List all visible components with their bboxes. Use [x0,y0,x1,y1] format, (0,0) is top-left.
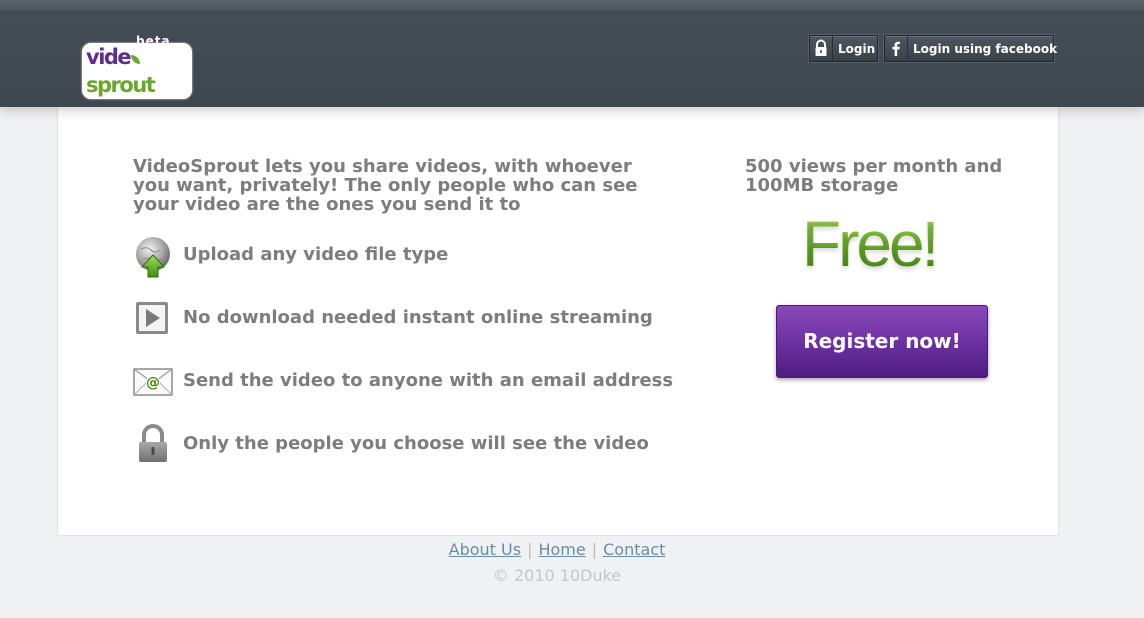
facebook-icon [885,36,908,61]
footer-separator: | [527,540,533,559]
facebook-login-button[interactable]: Login using facebook [884,35,1058,62]
videosprout-logo[interactable]: beta videsprout [82,34,192,99]
logo-wordmark: vide sprout [82,43,192,99]
feature-privacy: Only the people you choose will see the … [133,424,693,464]
footer-link-about-us[interactable]: About Us [449,540,521,559]
top-header: beta videsprout Login Login using facebo… [0,0,1144,107]
leaf-icon [131,55,141,64]
facebook-login-label: Login using facebook [913,42,1058,56]
login-label: Login [838,42,876,56]
login-button[interactable]: Login [809,35,878,62]
main-panel: VideoSprout lets you share videos, with … [57,107,1059,536]
feature-upload: Upload any video file type [133,235,693,278]
svg-text:@: @ [146,375,160,391]
email-icon: @ [133,361,173,401]
footer-nav: About Us | Home | Contact [0,540,1114,559]
footer-link-contact[interactable]: Contact [603,540,665,559]
register-button[interactable]: Register now! [776,305,988,378]
plan-offer-text: 500 views per month and 100MB storage [745,156,1003,196]
free-label: Free! [802,205,939,283]
feature-email: @ Send the video to anyone with an email… [133,361,693,401]
footer-link-home[interactable]: Home [538,540,585,559]
padlock-icon [133,424,173,464]
logo-word-part2: sprout [86,73,156,97]
footer-separator: | [591,540,598,559]
intro-text: VideoSprout lets you share videos, with … [133,156,638,215]
copyright-text: © 2010 10Duke [492,566,622,585]
feature-text: Only the people you choose will see the … [183,433,649,454]
feature-text: No download needed instant online stream… [183,307,653,328]
feature-streaming: No download needed instant online stream… [133,298,693,338]
play-icon [133,298,173,338]
globe-upload-icon [133,235,173,278]
feature-text: Upload any video file type [183,244,449,265]
lock-icon [810,36,833,61]
feature-text: Send the video to anyone with an email a… [183,370,674,391]
logo-word-part1: vide [86,45,132,69]
